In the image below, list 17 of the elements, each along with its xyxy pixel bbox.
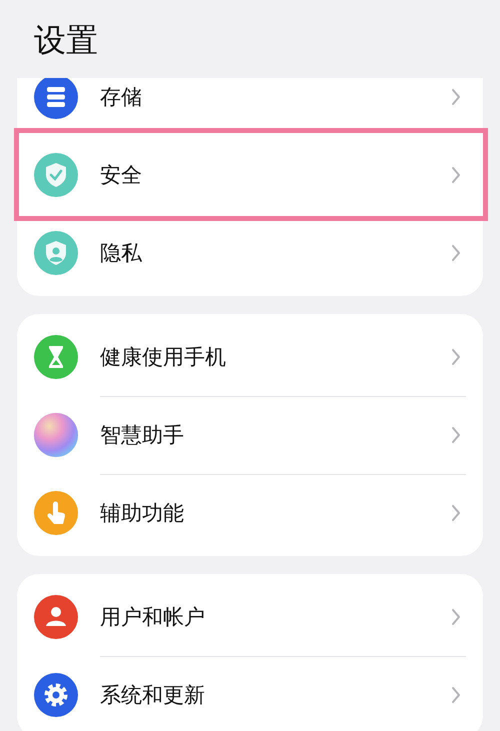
chevron-right-icon <box>451 166 461 184</box>
settings-item[interactable]: 智慧助手 <box>17 396 483 474</box>
chevron-right-icon <box>451 244 461 262</box>
settings-item[interactable]: 系统和更新 <box>17 656 483 731</box>
chevron-right-icon <box>451 686 461 704</box>
settings-item[interactable]: 健康使用手机 <box>17 318 483 396</box>
chevron-right-icon <box>451 504 461 522</box>
settings-item[interactable]: 用户和帐户 <box>17 578 483 656</box>
settings-item[interactable]: 隐私 <box>17 214 483 292</box>
settings-item[interactable]: 辅助功能 <box>17 474 483 552</box>
chevron-right-icon <box>451 426 461 444</box>
settings-item[interactable]: 安全 <box>17 136 483 214</box>
page-title: 设置 <box>33 20 99 61</box>
chevron-right-icon <box>451 88 461 106</box>
chevron-right-icon <box>451 608 461 626</box>
settings-item[interactable]: 存储 <box>17 78 483 136</box>
chevron-right-icon <box>451 348 461 366</box>
